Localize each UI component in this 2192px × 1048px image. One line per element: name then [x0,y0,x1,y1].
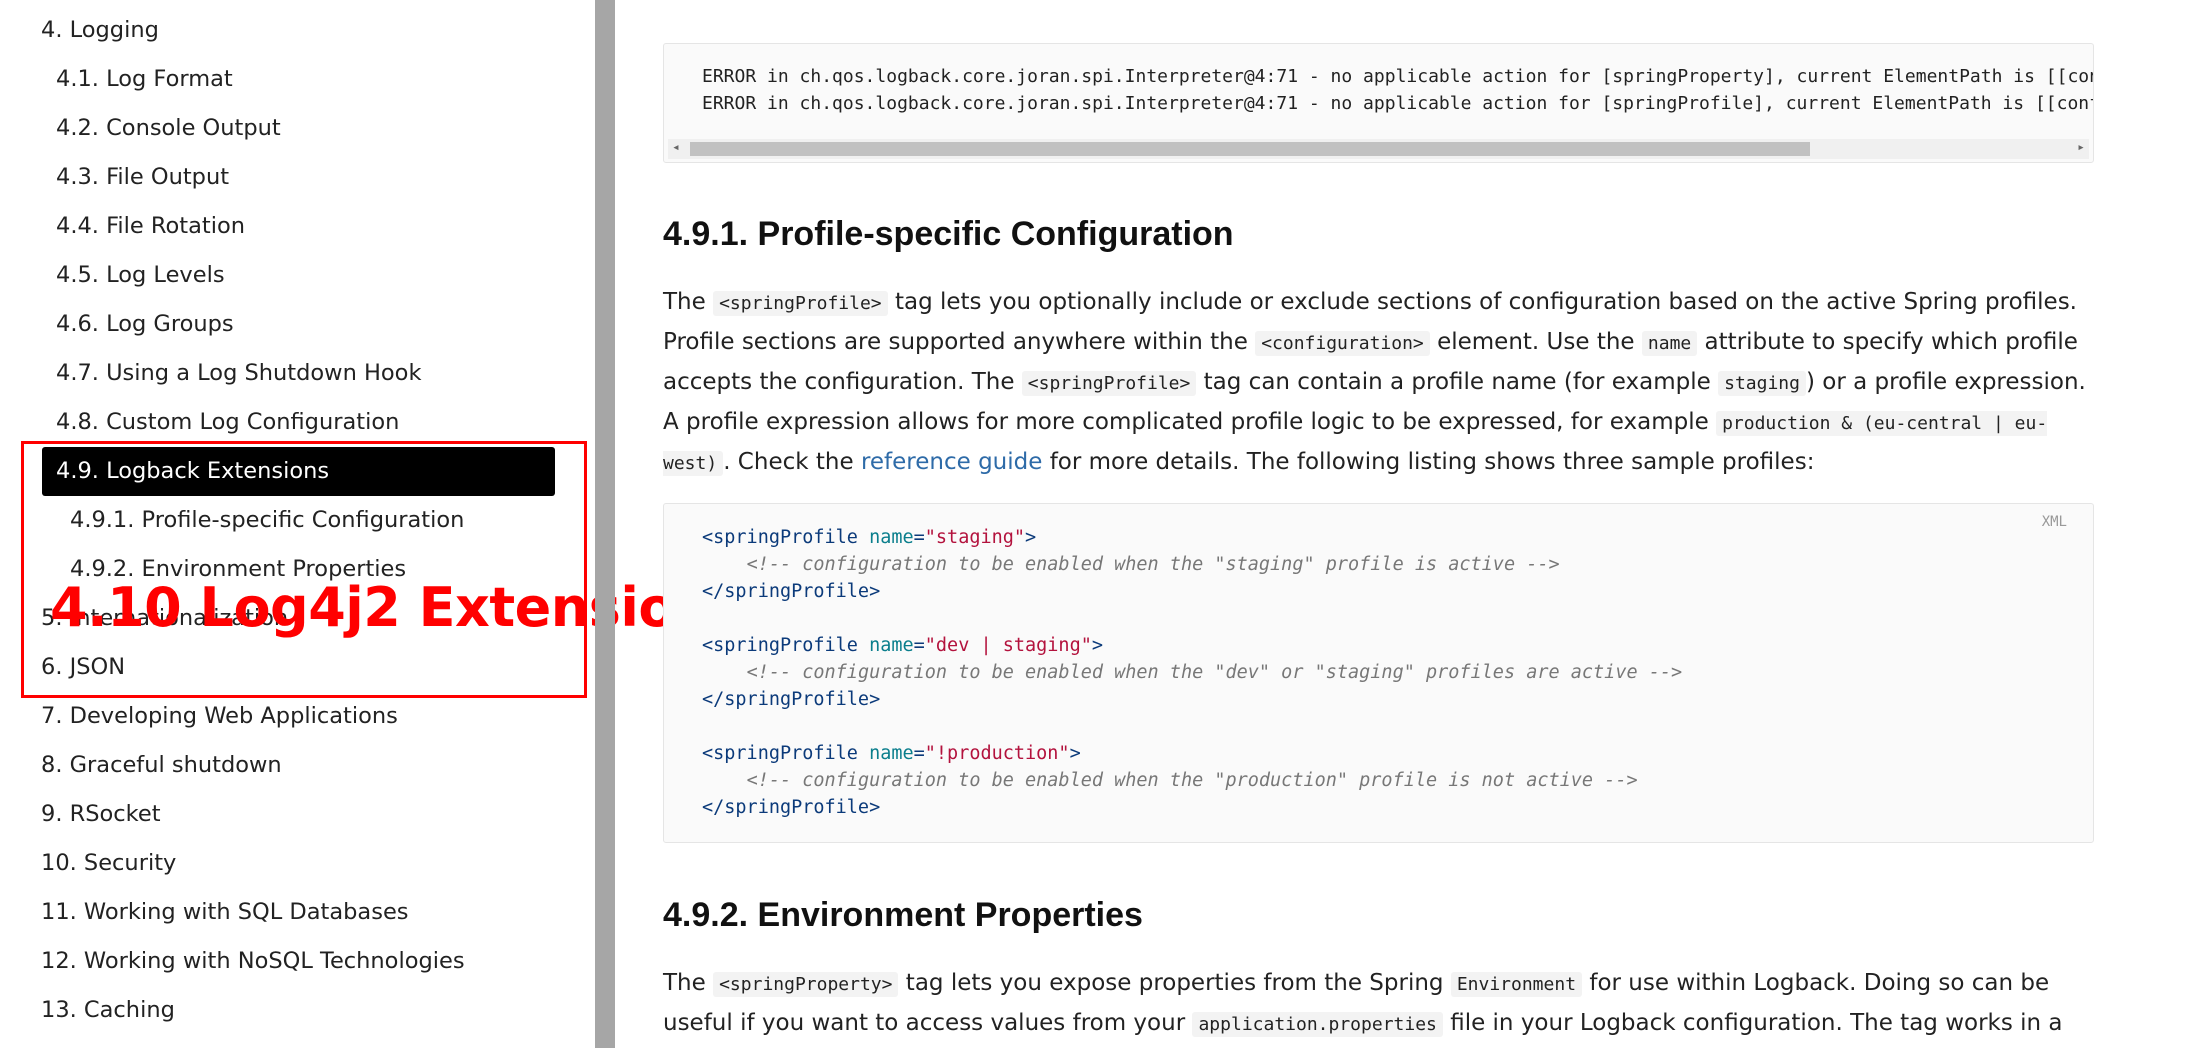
profile-name-value: "staging" [924,527,1026,548]
inline-code: <springProfile> [1021,371,1197,396]
toc-item[interactable]: 4.7. Using a Log Shutdown Hook [0,353,421,393]
toc-item[interactable]: 7. Developing Web Applications [0,696,398,736]
inline-code: staging [1718,371,1806,396]
error-log-code-block: ERROR in ch.qos.logback.core.joran.spi.I… [663,43,2094,163]
error-line: ERROR in ch.qos.logback.core.joran.spi.I… [702,66,2093,87]
inline-code: name [1641,331,1698,356]
inline-code: <springProperty> [713,972,899,997]
scrollbar-thumb[interactable] [690,142,1810,156]
reference-guide-link[interactable]: reference guide [861,449,1042,475]
toc-item[interactable]: 8. Graceful shutdown [0,745,282,785]
section-paragraph: The <springProperty> tag lets you expose… [663,970,2063,1037]
toc-item[interactable]: 4.3. File Output [0,157,229,197]
toc-item[interactable]: 12. Working with NoSQL Technologies [0,941,465,981]
section-heading: 4.9.1. Profile-specific Configuration [663,215,1234,253]
section-heading: 4.9.2. Environment Properties [663,896,1143,934]
profile-name-value: "dev | staging" [924,635,1092,656]
toc-item[interactable]: 4.8. Custom Log Configuration [0,402,399,442]
section-paragraph: The <springProfile> tag lets you optiona… [663,289,2086,476]
xml-code-block: XML <springProfile name="staging"> <!-- … [663,503,2094,843]
toc-item[interactable]: 4.2. Console Output [0,108,281,148]
inline-code: <springProfile> [713,291,888,316]
inline-code: Environment [1450,972,1583,997]
toc-item[interactable]: 13. Caching [0,990,175,1030]
inline-code: <configuration> [1255,331,1430,356]
profile-name-value: "!production" [924,743,1070,764]
toc-item[interactable]: 4.6. Log Groups [0,304,234,344]
toc-item[interactable]: 4.4. File Rotation [0,206,245,246]
sidebar-scrollbar[interactable] [595,0,615,1048]
toc-item[interactable]: 9. RSocket [0,794,161,834]
toc-item[interactable]: 4.5. Log Levels [0,255,225,295]
xml-comment: <!-- configuration to be enabled when th… [746,770,1638,791]
annotation-highlight-box [21,441,587,698]
horizontal-scrollbar[interactable]: ◂ ▸ [668,139,2089,159]
code-language-label: XML [2041,514,2067,530]
xml-comment: <!-- configuration to be enabled when th… [746,662,1683,683]
scroll-left-icon[interactable]: ◂ [672,140,680,155]
scroll-right-icon[interactable]: ▸ [2077,140,2085,155]
toc-item[interactable]: 11. Working with SQL Databases [0,892,409,932]
error-line: ERROR in ch.qos.logback.core.joran.spi.I… [702,93,2093,114]
toc-item[interactable]: 4.1. Log Format [0,59,233,99]
xml-comment: <!-- configuration to be enabled when th… [746,554,1560,575]
toc-item[interactable]: 10. Security [0,843,176,883]
inline-code: application.properties [1192,1012,1443,1037]
xml-code: <springProfile name="staging"> <!-- conf… [702,527,1683,818]
toc-item[interactable]: 4. Logging [0,10,159,50]
main-content: ERROR in ch.qos.logback.core.joran.spi.I… [615,0,2192,1048]
